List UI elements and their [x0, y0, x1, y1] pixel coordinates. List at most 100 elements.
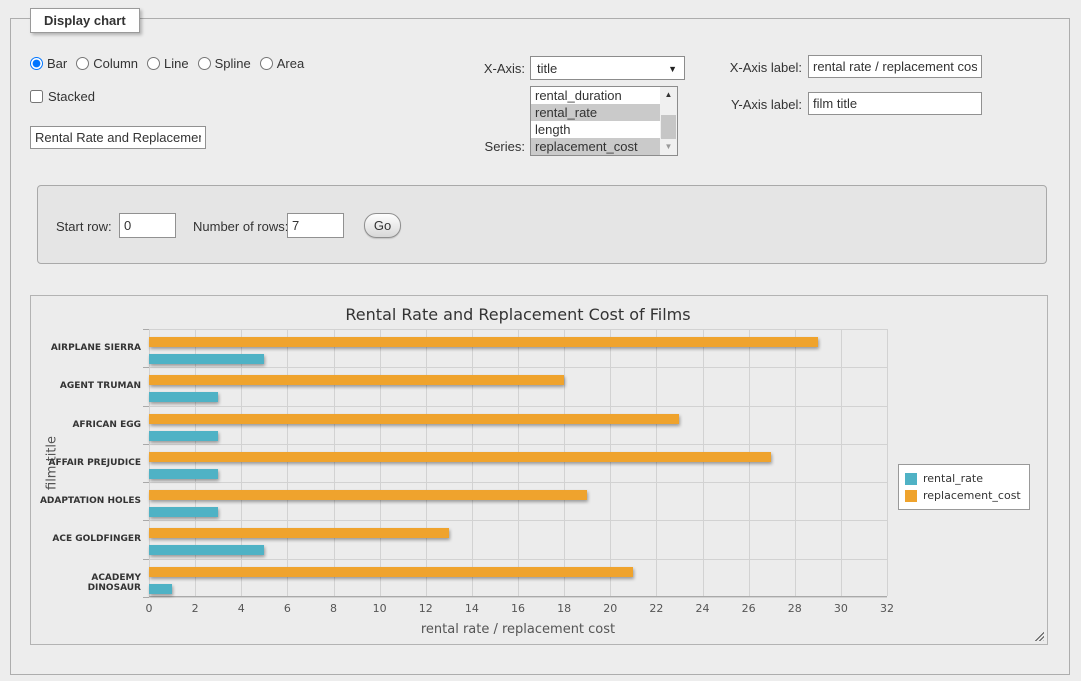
legend-swatch-icon: [905, 473, 917, 485]
gridline-vertical: [426, 329, 427, 596]
x-axis-select[interactable]: title ▼: [530, 56, 685, 80]
y-axis-label-input[interactable]: [808, 92, 982, 115]
series-option-rental_rate[interactable]: rental_rate: [531, 104, 660, 121]
y-axis-tick: [143, 597, 149, 598]
x-axis-tick-label: 26: [742, 602, 756, 615]
category-label: ACADEMY DINOSAUR: [37, 573, 141, 593]
x-axis-tick-label: 24: [696, 602, 710, 615]
chart-type-radio-column[interactable]: [76, 57, 89, 70]
chart-type-label: Spline: [215, 56, 251, 71]
gridline-vertical: [472, 329, 473, 596]
dropdown-arrow-icon: ▼: [668, 64, 677, 74]
gridline-horizontal: [149, 482, 887, 483]
scrollbar-thumb[interactable]: [661, 115, 676, 139]
gridline-vertical: [195, 329, 196, 596]
y-axis-tick: [143, 329, 149, 330]
x-axis-tick-label: 32: [880, 602, 894, 615]
gridline-vertical: [795, 329, 796, 596]
x-axis-tick-label: 12: [419, 602, 433, 615]
series-multiselect[interactable]: rental_durationrental_ratelengthreplacem…: [530, 86, 678, 156]
bar-replacement_cost: [149, 375, 564, 385]
start-row-input[interactable]: [119, 213, 176, 238]
category-label: ADAPTATION HOLES: [37, 496, 141, 506]
gridline-vertical: [656, 329, 657, 596]
x-axis-tick-label: 30: [834, 602, 848, 615]
bar-rental_rate: [149, 431, 218, 441]
chart-type-label: Area: [277, 56, 304, 71]
x-axis-label-input[interactable]: [808, 55, 982, 78]
bar-replacement_cost: [149, 452, 771, 462]
chart-title-input[interactable]: [30, 126, 206, 149]
series-option-length[interactable]: length: [531, 121, 660, 138]
legend-item-rental_rate[interactable]: rental_rate: [905, 470, 1021, 487]
legend-swatch-icon: [905, 490, 917, 502]
scrollbar-up-icon[interactable]: ▲: [660, 87, 677, 103]
bar-replacement_cost: [149, 490, 587, 500]
chart-type-radio-spline[interactable]: [198, 57, 211, 70]
number-of-rows-label: Number of rows:: [193, 219, 288, 234]
series-scrollbar[interactable]: ▲ ▼: [660, 87, 677, 155]
chart-type-option-area: Area: [260, 56, 304, 71]
legend-label: rental_rate: [923, 472, 983, 485]
gridline-horizontal: [149, 520, 887, 521]
y-axis-tick: [143, 520, 149, 521]
gridline-vertical: [287, 329, 288, 596]
bar-rental_rate: [149, 354, 264, 364]
chart-type-option-spline: Spline: [198, 56, 251, 71]
y-axis-label-label: Y-Axis label:: [700, 97, 802, 112]
y-axis-tick: [143, 482, 149, 483]
bar-replacement_cost: [149, 528, 449, 538]
gridline-horizontal: [149, 559, 887, 560]
go-button[interactable]: Go: [364, 213, 401, 238]
y-axis-tick: [143, 444, 149, 445]
gridline-vertical: [887, 329, 888, 596]
fieldset-legend: Display chart: [30, 8, 140, 33]
series-option-rental_duration[interactable]: rental_duration: [531, 87, 660, 104]
resize-grip-icon[interactable]: [1033, 630, 1044, 641]
row-range-panel: Start row: Number of rows: Go: [37, 185, 1047, 264]
gridline-vertical: [703, 329, 704, 596]
chart-type-radio-area[interactable]: [260, 57, 273, 70]
x-axis-ticks: 02468101214161820222426283032: [149, 602, 887, 616]
category-label: AGENT TRUMAN: [37, 381, 141, 391]
x-axis-tick-label: 0: [146, 602, 153, 615]
gridline-vertical: [334, 329, 335, 596]
chart-title: Rental Rate and Replacement Cost of Film…: [149, 305, 887, 324]
chart-type-label: Line: [164, 56, 189, 71]
category-label: AIRPLANE SIERRA: [37, 343, 141, 353]
gridline-vertical: [241, 329, 242, 596]
x-axis-tick-label: 4: [238, 602, 245, 615]
chart-type-radio-bar[interactable]: [30, 57, 43, 70]
bar-replacement_cost: [149, 337, 818, 347]
category-labels: AIRPLANE SIERRAAGENT TRUMANAFRICAN EGGAF…: [37, 329, 141, 597]
x-axis-select-label: X-Axis:: [450, 61, 525, 76]
chart-type-option-line: Line: [147, 56, 189, 71]
x-axis-tick-label: 8: [330, 602, 337, 615]
gridline-horizontal: [149, 406, 887, 407]
gridline-vertical: [749, 329, 750, 596]
x-axis-tick-label: 6: [284, 602, 291, 615]
gridline-vertical: [380, 329, 381, 596]
stacked-checkbox[interactable]: [30, 90, 43, 103]
chart-panel: Rental Rate and Replacement Cost of Film…: [30, 295, 1048, 645]
bar-rental_rate: [149, 392, 218, 402]
x-axis-selected-value: title: [537, 61, 557, 76]
category-label: AFFAIR PREJUDICE: [37, 458, 141, 468]
start-row-label: Start row:: [56, 219, 112, 234]
number-of-rows-input[interactable]: [287, 213, 344, 238]
x-axis-tick-label: 28: [788, 602, 802, 615]
series-options: rental_durationrental_ratelengthreplacem…: [531, 87, 660, 155]
series-option-replacement_cost[interactable]: replacement_cost: [531, 138, 660, 155]
bar-replacement_cost: [149, 567, 633, 577]
gridline-vertical: [518, 329, 519, 596]
x-axis-tick-label: 20: [603, 602, 617, 615]
legend-label: replacement_cost: [923, 489, 1021, 502]
stacked-checkbox-row: Stacked: [30, 89, 95, 104]
legend-item-replacement_cost[interactable]: replacement_cost: [905, 487, 1021, 504]
gridline-vertical: [841, 329, 842, 596]
bar-rental_rate: [149, 545, 264, 555]
gridline-vertical: [149, 329, 150, 596]
scrollbar-down-icon[interactable]: ▼: [660, 139, 677, 155]
chart-type-radio-line[interactable]: [147, 57, 160, 70]
chart-type-option-bar: Bar: [30, 56, 67, 71]
